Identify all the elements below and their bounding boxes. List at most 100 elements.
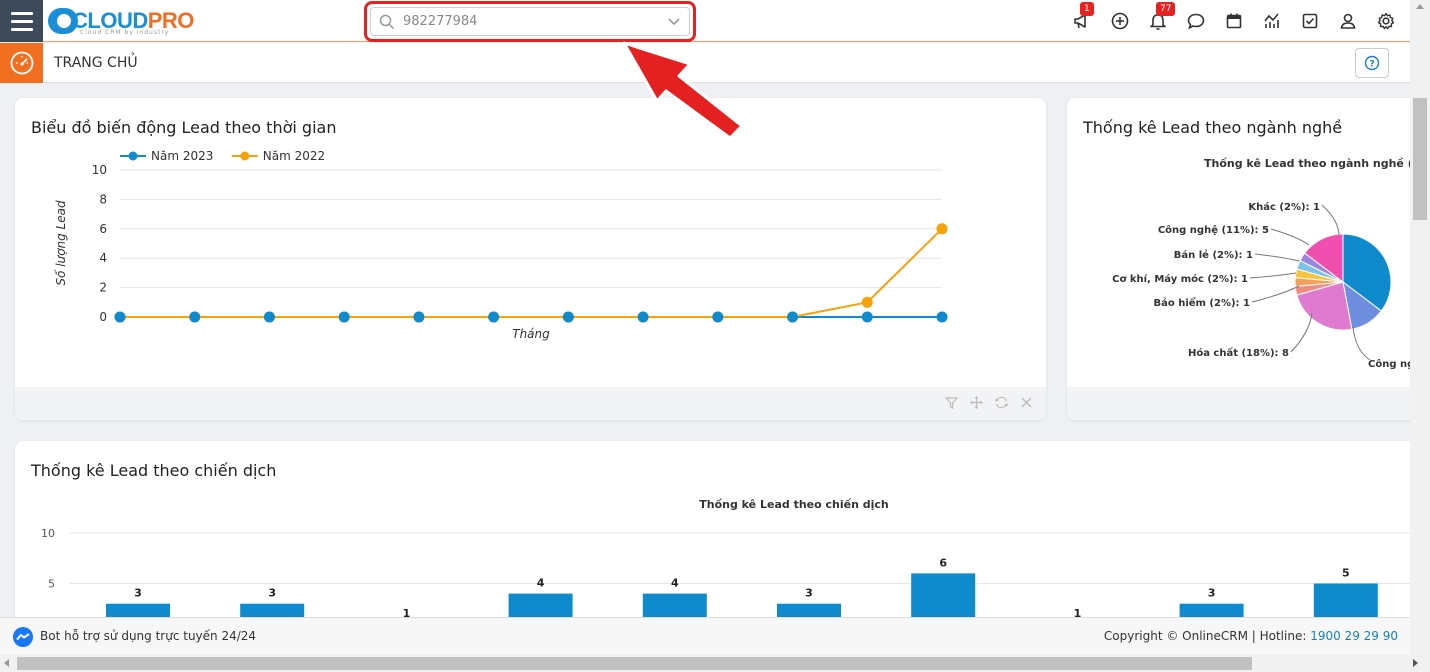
legend-marker — [128, 151, 138, 161]
bar-value-label: 6 — [939, 556, 947, 569]
bar-value-label: 5 — [1342, 567, 1350, 580]
bell-badge: 77 — [1156, 2, 1176, 16]
pie-label-connector — [1352, 325, 1371, 361]
pie-label-connector — [1321, 204, 1340, 236]
legend-label: Năm 2023 — [151, 149, 213, 163]
lead-timeline-card: Biểu đồ biến động Lead theo thời gian 02… — [15, 98, 1046, 420]
search-icon — [379, 14, 395, 29]
data-point — [488, 311, 500, 323]
chat-bubble-icon[interactable] — [1186, 11, 1206, 31]
pie-label: Bảo hiểm (2%): 1 — [1153, 296, 1250, 309]
bar-value-label: 3 — [805, 587, 813, 600]
pie-label-connector — [1251, 285, 1300, 303]
y-tick-label: 5 — [48, 578, 55, 591]
pie-label: Khác (2%): 1 — [1248, 201, 1320, 213]
data-point — [263, 311, 275, 323]
page-header-bar: TRANG CHỦ ? — [0, 43, 1410, 83]
hotline-link[interactable]: 1900 29 29 90 — [1310, 629, 1398, 643]
y-tick-label: 10 — [41, 527, 55, 540]
bar-value-label: 4 — [671, 577, 679, 590]
bar-chart-title: Thống kê Lead theo chiến dịch — [699, 498, 889, 511]
data-point — [413, 311, 425, 323]
messenger-icon[interactable] — [12, 626, 34, 648]
horizontal-scrollbar[interactable] — [0, 655, 1430, 672]
card-footer — [15, 387, 1046, 420]
logo-tagline: Cloud CRM by industry — [80, 29, 170, 36]
horizontal-scroll-thumb[interactable] — [17, 657, 1252, 670]
help-button[interactable]: ? — [1355, 48, 1389, 78]
series-line — [120, 228, 943, 318]
data-point — [562, 311, 574, 323]
task-checkbox-icon[interactable] — [1300, 11, 1320, 31]
support-bot-text[interactable]: Bot hỗ trợ sử dụng trực tuyến 24/24 — [40, 629, 256, 643]
data-point — [189, 311, 201, 323]
y-axis-label: Số lượng Lead — [54, 200, 68, 286]
cloudpro-logo[interactable]: CLOUDPRO Cloud CRM by industry — [48, 4, 194, 38]
legend-marker — [240, 151, 250, 161]
data-point — [861, 311, 873, 323]
pie-label-connector — [1290, 312, 1313, 353]
calendar-icon[interactable] — [1224, 11, 1244, 31]
y-tick-label: 2 — [99, 281, 107, 295]
data-point — [861, 296, 873, 308]
cloud-logo-icon — [48, 8, 78, 34]
pie-label-connector — [1254, 253, 1300, 262]
vertical-scroll-thumb[interactable] — [1413, 98, 1427, 220]
data-point — [338, 311, 350, 323]
data-point — [637, 311, 649, 323]
copyright-text: Copyright © OnlineCRM | Hotline: 1900 29… — [1103, 629, 1398, 643]
search-input[interactable] — [403, 14, 667, 29]
data-point — [114, 311, 126, 323]
scroll-up-icon[interactable] — [1416, 4, 1424, 9]
pie-label: Hóa chất (18%): 8 — [1188, 346, 1289, 359]
bar-value-label: 3 — [268, 587, 276, 600]
report-chart-icon[interactable] — [1262, 11, 1282, 31]
x-axis-label: Tháng — [512, 327, 550, 341]
data-point — [712, 311, 724, 323]
scroll-left-icon[interactable] — [4, 659, 9, 667]
dashboard-gauge-icon[interactable] — [0, 43, 43, 83]
pie-label: Bán lẻ (2%): 1 — [1174, 249, 1253, 261]
hamburger-menu-icon[interactable] — [0, 0, 43, 42]
bar-value-label: 4 — [537, 577, 545, 590]
refresh-icon[interactable] — [994, 395, 1009, 410]
y-tick-label: 0 — [99, 310, 107, 324]
filter-icon[interactable] — [944, 395, 959, 410]
lead-industry-pie-chart: Thống kê Lead theo ngành nghề (Σ Khác (2%… — [1112, 157, 1420, 370]
add-circle-icon[interactable] — [1110, 11, 1130, 31]
page-title: TRANG CHỦ — [54, 55, 138, 71]
help-circle-icon: ? — [1364, 55, 1380, 71]
bell-icon[interactable]: 77 — [1148, 2, 1176, 31]
footer-bar: Bot hỗ trợ sử dụng trực tuyến 24/24 Copy… — [0, 617, 1410, 655]
global-search[interactable] — [370, 7, 690, 36]
chevron-down-icon[interactable] — [667, 17, 681, 27]
y-tick-label: 8 — [99, 192, 107, 206]
header-icons: 1 77 — [1072, 0, 1396, 42]
vertical-scrollbar[interactable] — [1410, 0, 1430, 655]
svg-text:?: ? — [1369, 60, 1374, 70]
card-footer — [1067, 387, 1422, 420]
lead-industry-card: Thống kê Lead theo ngành nghề Thống kê L… — [1067, 98, 1422, 420]
pie-label-connector — [1270, 228, 1310, 246]
notification-badge: 1 — [1080, 2, 1094, 16]
y-tick-label: 6 — [99, 222, 107, 236]
megaphone-icon[interactable]: 1 — [1072, 2, 1094, 31]
scroll-right-icon[interactable] — [1413, 659, 1418, 667]
user-profile-icon[interactable] — [1338, 11, 1358, 31]
settings-gear-icon[interactable] — [1376, 11, 1396, 31]
pie-title: Thống kê Lead theo ngành nghề (Σ — [1204, 157, 1420, 170]
legend-label: Năm 2022 — [263, 149, 325, 163]
pie-label: Công nghệ (11%): 5 — [1158, 224, 1269, 236]
lead-line-chart: 0 2 4 6 8 10 Số lượng Lead Tháng Năm 2023 Năm 202… — [54, 149, 948, 341]
search-highlight-box — [364, 1, 696, 42]
pie-label: Cơ khí, Máy móc (2%): 1 — [1112, 273, 1248, 285]
data-point — [787, 311, 799, 323]
top-bar: CLOUDPRO Cloud CRM by industry 1 77 — [0, 0, 1410, 42]
move-arrows-icon[interactable] — [969, 395, 984, 410]
pie-label-connector — [1249, 272, 1297, 279]
y-tick-label: 4 — [99, 251, 107, 265]
close-icon[interactable] — [1019, 395, 1034, 410]
pie-label: Công ng — [1368, 358, 1414, 370]
data-point — [936, 223, 948, 235]
data-point — [936, 311, 948, 323]
